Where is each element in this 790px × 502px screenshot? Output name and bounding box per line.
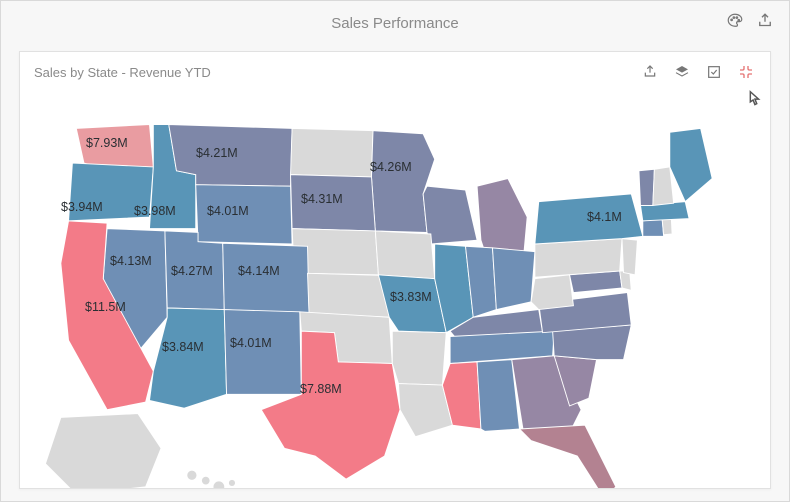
state-SD[interactable] [291,175,376,231]
share-icon[interactable] [640,62,660,82]
state-IA[interactable] [375,231,434,279]
card-actions [640,62,756,82]
state-AR[interactable] [392,331,446,385]
state-CT[interactable] [643,219,664,237]
state-NJ[interactable] [622,239,637,275]
dashboard-header-actions [725,11,775,31]
state-UT[interactable] [165,231,224,310]
cursor-pointer-icon [743,89,765,111]
state-ND[interactable] [291,128,373,177]
state-CO[interactable] [223,243,309,313]
dashboard-container: Sales Performance Sales by State - Reven… [0,0,790,502]
state-PA[interactable] [535,239,622,278]
state-WV[interactable] [531,275,573,310]
state-WY[interactable] [196,185,292,244]
dashboard-header: Sales Performance [1,1,789,45]
state-KS[interactable] [308,273,390,317]
map-area[interactable]: $7.93M $4.21M $4.26M $4.31M $3.94M $3.98… [20,92,770,488]
dashboard-title: Sales Performance [331,15,459,32]
export-icon[interactable] [755,11,775,31]
state-OH[interactable] [492,248,534,310]
state-ME[interactable] [670,128,712,201]
state-NY[interactable] [535,194,643,244]
card-header: Sales by State - Revenue YTD [20,52,770,92]
state-AK[interactable] [45,414,161,488]
state-RI[interactable] [662,219,672,235]
state-OR[interactable] [69,163,154,221]
map-card: Sales by State - Revenue YTD [19,51,771,489]
select-all-icon[interactable] [704,62,724,82]
card-title: Sales by State - Revenue YTD [34,65,211,80]
layers-icon[interactable] [672,62,692,82]
state-FL[interactable] [519,425,615,488]
palette-icon[interactable] [725,11,745,31]
state-HI[interactable] [187,471,235,488]
minimize-icon[interactable] [736,62,756,82]
state-NM[interactable] [224,310,301,395]
usa-map-svg [30,92,770,488]
state-VT[interactable] [639,169,654,205]
state-NH[interactable] [653,167,674,206]
